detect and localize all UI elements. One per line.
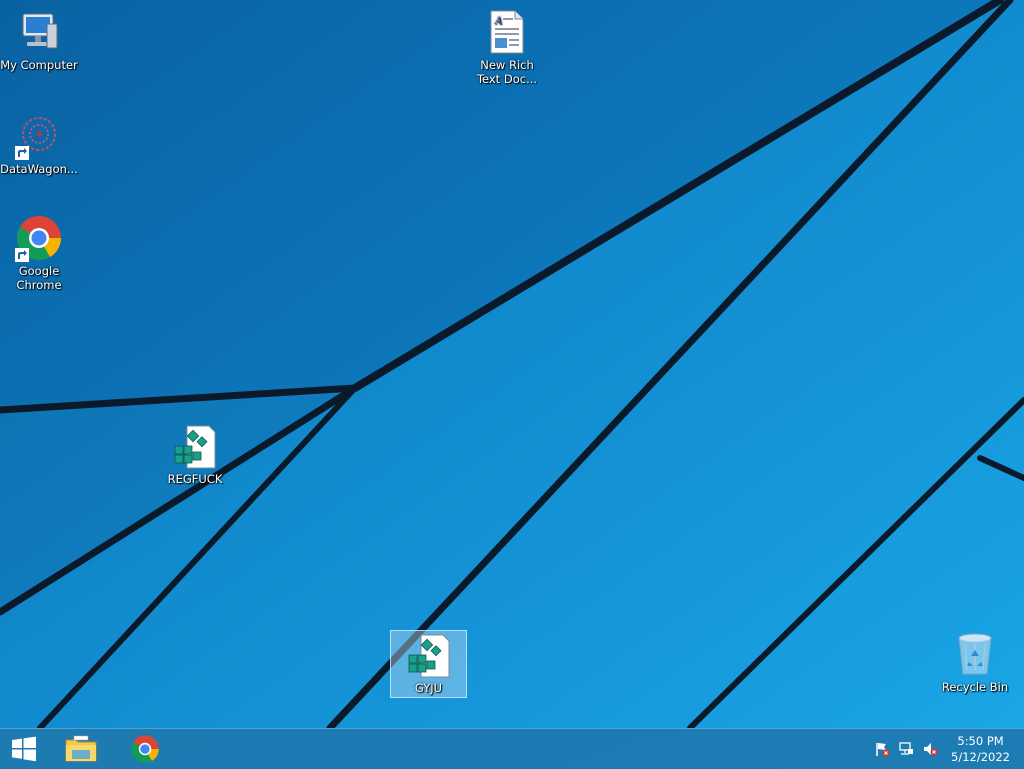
chrome-icon [131,735,159,763]
chrome-icon [15,214,63,262]
desktop-icon-google-chrome[interactable]: Google Chrome [0,214,79,292]
volume-muted-icon[interactable] [922,741,938,757]
shortcut-arrow-icon [15,248,29,262]
clock-date: 5/12/2022 [951,750,1010,764]
desktop-icon-label: DataWagon... [0,162,78,176]
desktop-icon-label: REGFUCK [167,472,223,486]
start-button[interactable] [0,729,48,769]
shortcut-arrow-icon [15,146,29,160]
svg-text:A: A [494,16,502,27]
desktop-icon-label: GYJU [414,681,443,695]
action-center-flag-icon[interactable] [874,741,890,757]
desktop-icon-new-rich-text-document[interactable]: A New Rich Text Doc... [467,8,547,86]
desktop-icon-datawagon[interactable]: DataWagon... [0,112,79,176]
desktop-icon-label: Recycle Bin [941,680,1009,694]
desktop-icon-label: Google Chrome [16,264,62,292]
windows-logo-icon [12,736,36,762]
network-icon[interactable] [898,741,914,757]
taskbar: 5:50 PM 5/12/2022 [0,728,1024,769]
recycle-bin-icon [951,630,999,678]
desktop-icon-recycle-bin[interactable]: Recycle Bin [935,630,1015,694]
file-explorer-icon [65,735,97,762]
registry-file-icon [171,422,219,470]
rtf-document-icon: A [483,8,531,56]
taskbar-file-explorer-button[interactable] [56,729,106,769]
taskbar-clock[interactable]: 5:50 PM 5/12/2022 [951,733,1010,765]
registry-file-icon [405,631,453,679]
desktop-icon-gyju[interactable]: GYJU [390,630,467,698]
taskbar-chrome-button[interactable] [120,729,170,769]
clock-time: 5:50 PM [957,734,1004,748]
desktop-icon-label: My Computer [0,58,78,72]
computer-icon [15,8,63,56]
desktop-wallpaper [0,0,1024,728]
desktop-icon-label: New Rich Text Doc... [476,58,538,86]
datawagon-icon [15,112,63,160]
desktop-icon-regfuck[interactable]: REGFUCK [155,422,235,486]
desktop-icon-my-computer[interactable]: My Computer [0,8,79,72]
